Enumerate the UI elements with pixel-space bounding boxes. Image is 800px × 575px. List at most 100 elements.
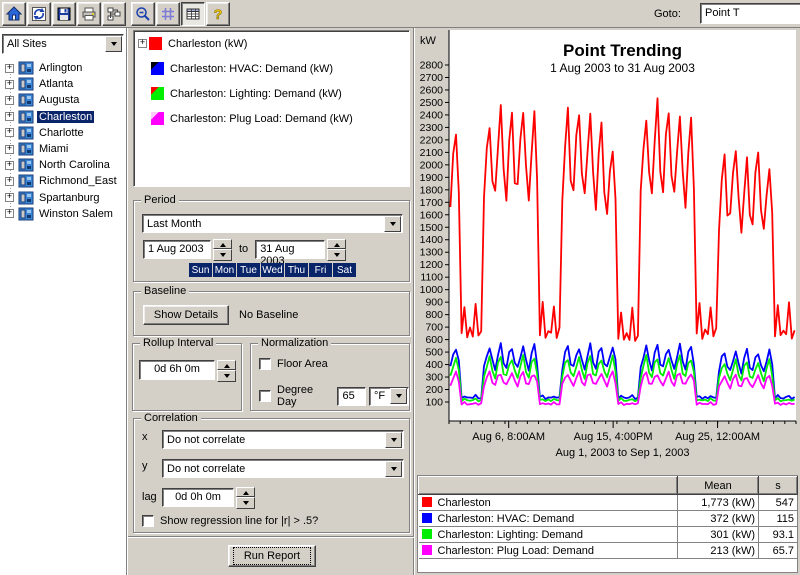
degree-day-value-field[interactable]: 65: [337, 387, 366, 406]
zoom-out-icon: [135, 6, 151, 22]
correlation-x-value: Do not correlate: [163, 434, 384, 446]
correlation-x-combobox[interactable]: Do not correlate: [162, 430, 404, 449]
expand-plus-icon[interactable]: [138, 39, 147, 48]
site-label[interactable]: Miami: [37, 143, 70, 155]
day-toggle-wed[interactable]: Wed: [261, 263, 284, 277]
period-preset-combobox[interactable]: Last Month: [142, 214, 403, 233]
tree-item-charleston[interactable]: Charleston: [0, 109, 127, 125]
sites-tree-button[interactable]: [102, 2, 126, 26]
trend-chart: 1002003004005006007008009001000110012001…: [415, 28, 800, 472]
site-building-icon: [18, 77, 34, 91]
day-toggle-tue[interactable]: Tue: [237, 263, 260, 277]
rollup-stepper[interactable]: [217, 360, 236, 380]
day-toggle-thu[interactable]: Thu: [285, 263, 308, 277]
degree-unit-combobox[interactable]: °F: [369, 387, 409, 406]
home-button[interactable]: [2, 2, 26, 26]
tree-item-augusta[interactable]: Augusta: [0, 92, 127, 108]
chevron-down-icon[interactable]: [390, 388, 407, 404]
chevron-down-icon[interactable]: [384, 216, 401, 232]
expand-plus-icon[interactable]: [5, 64, 14, 73]
tree-item-charlotte[interactable]: Charlotte: [0, 125, 127, 141]
rollup-interval-field[interactable]: 0d 6h 0m: [139, 360, 215, 380]
save-button[interactable]: [52, 2, 76, 26]
site-building-icon: [18, 207, 34, 221]
expand-plus-icon[interactable]: [5, 193, 14, 202]
run-report-button[interactable]: Run Report: [228, 545, 316, 567]
spin-down-icon[interactable]: [327, 249, 346, 261]
chevron-down-icon[interactable]: [105, 36, 122, 52]
mean-cell: 372 (kW): [678, 511, 759, 527]
expand-plus-icon[interactable]: [5, 209, 14, 218]
site-label[interactable]: Charleston: [37, 111, 94, 123]
day-toggle-sun[interactable]: Sun: [189, 263, 212, 277]
tree-item-spartanburg[interactable]: Spartanburg: [0, 190, 127, 206]
degree-day-checkbox[interactable]: [259, 390, 271, 402]
lag-stepper[interactable]: [236, 487, 255, 507]
tree-item-atlanta[interactable]: Atlanta: [0, 76, 127, 92]
toolbar: ? Goto: Point T: [0, 0, 800, 28]
chevron-down-icon[interactable]: [385, 432, 402, 448]
expand-plus-icon[interactable]: [5, 128, 14, 137]
site-label[interactable]: Winston Salem: [37, 208, 115, 220]
lag-field[interactable]: 0d 0h 0m: [162, 488, 234, 507]
svg-text:900: 900: [425, 297, 443, 309]
legend-item[interactable]: Charleston: Plug Load: Demand (kW): [134, 106, 409, 131]
s-cell: 65.7: [759, 543, 798, 559]
series-name: Charleston: Plug Load: Demand: [438, 545, 595, 557]
table-view-button[interactable]: [181, 2, 205, 26]
regression-checkbox[interactable]: [142, 515, 154, 527]
zoom-button[interactable]: [131, 2, 155, 26]
site-filter-combobox[interactable]: All Sites: [2, 34, 124, 54]
spin-down-icon[interactable]: [213, 249, 232, 261]
day-of-week-bar: SunMonTueWedThuFriSat: [189, 263, 357, 277]
day-toggle-mon[interactable]: Mon: [213, 263, 236, 277]
chevron-down-icon[interactable]: [385, 461, 402, 477]
show-details-button[interactable]: Show Details: [143, 305, 229, 325]
day-toggle-sat[interactable]: Sat: [333, 263, 356, 277]
goto-combobox[interactable]: Point T: [700, 3, 800, 24]
table-row: Charleston: Lighting: Demand301 (kW)93.1: [419, 527, 798, 543]
day-toggle-fri[interactable]: Fri: [309, 263, 332, 277]
mean-cell: 301 (kW): [678, 527, 759, 543]
expand-plus-icon[interactable]: [5, 161, 14, 170]
site-label[interactable]: North Carolina: [37, 159, 112, 171]
spin-up-icon[interactable]: [327, 239, 346, 249]
tree-item-arlington[interactable]: Arlington: [0, 60, 127, 76]
correlation-y-combobox[interactable]: Do not correlate: [162, 459, 404, 478]
spin-down-icon[interactable]: [236, 497, 255, 509]
expand-plus-icon[interactable]: [5, 177, 14, 186]
legend-item[interactable]: Charleston (kW): [134, 31, 409, 56]
tree-item-richmond-east[interactable]: Richmond_East: [0, 173, 127, 189]
tree-item-north-carolina[interactable]: North Carolina: [0, 157, 127, 173]
correlation-group: Correlation x Do not correlate y Do not …: [133, 418, 410, 533]
svg-text:?: ?: [214, 6, 223, 22]
expand-plus-icon[interactable]: [5, 112, 14, 121]
expand-plus-icon[interactable]: [5, 96, 14, 105]
spin-up-icon[interactable]: [217, 360, 236, 370]
site-label[interactable]: Charlotte: [37, 127, 86, 139]
spin-up-icon[interactable]: [213, 239, 232, 249]
site-label[interactable]: Richmond_East: [37, 175, 119, 187]
print-button[interactable]: [77, 2, 101, 26]
legend-item[interactable]: Charleston: Lighting: Demand (kW): [134, 81, 409, 106]
tree-item-miami[interactable]: Miami: [0, 141, 127, 157]
grid-button[interactable]: [156, 2, 180, 26]
period-from-stepper[interactable]: [213, 239, 232, 259]
spin-down-icon[interactable]: [217, 370, 236, 382]
site-label[interactable]: Arlington: [37, 62, 84, 74]
period-from-field[interactable]: 1 Aug 2003: [143, 240, 211, 259]
refresh-button[interactable]: [27, 2, 51, 26]
spin-up-icon[interactable]: [236, 487, 255, 497]
legend-item[interactable]: Charleston: HVAC: Demand (kW): [134, 56, 409, 81]
svg-text:Aug 1, 2003 to Sep 1, 2003: Aug 1, 2003 to Sep 1, 2003: [556, 447, 690, 459]
site-label[interactable]: Augusta: [37, 94, 81, 106]
site-label[interactable]: Atlanta: [37, 78, 75, 90]
site-label[interactable]: Spartanburg: [37, 192, 102, 204]
expand-plus-icon[interactable]: [5, 80, 14, 89]
floor-area-checkbox[interactable]: [259, 358, 271, 370]
expand-plus-icon[interactable]: [5, 145, 14, 154]
period-to-stepper[interactable]: [327, 239, 346, 259]
tree-item-winston-salem[interactable]: Winston Salem: [0, 206, 127, 222]
period-to-field[interactable]: 31 Aug 2003: [255, 240, 325, 259]
help-button[interactable]: ?: [206, 2, 230, 26]
